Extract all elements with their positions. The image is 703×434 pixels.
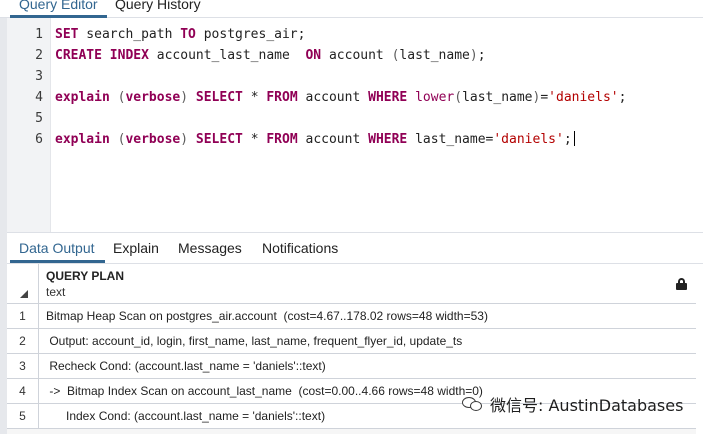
table-row[interactable]: 1 Bitmap Heap Scan on postgres_air.accou… <box>7 304 696 329</box>
left-panel-edge <box>0 18 7 434</box>
line-number: 2 <box>35 48 43 63</box>
wechat-icon <box>462 395 484 413</box>
select-all-icon <box>20 290 28 298</box>
code-token: TO <box>180 27 196 42</box>
code-token: FROM <box>266 132 298 147</box>
code-token: lower <box>415 90 455 105</box>
row-number[interactable]: 3 <box>7 354 39 379</box>
code-token: verbose <box>125 90 181 105</box>
code-token: account <box>321 48 392 63</box>
code-token: 'daniels' <box>493 132 564 147</box>
line-number: 6 <box>35 132 43 147</box>
code-token: last_name= <box>407 132 494 147</box>
code-line[interactable]: explain (verbose) SELECT * FROM account … <box>55 89 626 107</box>
lock-icon <box>676 278 687 290</box>
code-token: INDEX <box>109 48 149 63</box>
active-tab-indicator <box>10 260 105 263</box>
tab-notifications[interactable]: Notifications <box>262 240 338 256</box>
code-token: * <box>242 90 267 105</box>
code-token: account_last_name <box>148 48 306 63</box>
row-number[interactable]: 2 <box>7 329 39 354</box>
code-token: account <box>297 90 369 105</box>
code-token: last_name <box>399 48 470 63</box>
tab-messages[interactable]: Messages <box>178 240 242 256</box>
grid-header: QUERY PLAN text <box>7 264 696 304</box>
code-token: FROM <box>266 90 298 105</box>
code-token: ; <box>477 48 486 63</box>
code-token: ) <box>180 132 189 147</box>
code-token: WHERE <box>368 132 408 147</box>
line-number-gutter: 1 2 3 4 5 6 <box>7 18 51 232</box>
tab-explain[interactable]: Explain <box>113 240 159 256</box>
text-cursor <box>573 131 575 146</box>
code-token: explain <box>55 132 110 147</box>
line-number: 1 <box>35 27 43 42</box>
query-plan-cell[interactable]: Output: account_id, login, first_name, l… <box>46 329 462 354</box>
code-line[interactable]: SET search_path TO postgres_air; <box>55 26 305 44</box>
line-number: 5 <box>35 111 43 126</box>
watermark: 微信号: AustinDatabases <box>462 392 683 416</box>
code-token: search_path <box>78 27 181 42</box>
code-token: last_name <box>462 90 533 105</box>
code-token: WHERE <box>368 90 408 105</box>
tab-data-output[interactable]: Data Output <box>19 240 95 256</box>
table-row[interactable]: 2 Output: account_id, login, first_name,… <box>7 329 696 354</box>
select-all-corner[interactable] <box>7 264 39 304</box>
code-token: ) <box>469 48 478 63</box>
code-token: ; <box>563 132 572 147</box>
code-token: = <box>540 90 549 105</box>
code-token: verbose <box>125 132 181 147</box>
column-type: text <box>46 285 66 299</box>
line-number: 4 <box>35 90 43 105</box>
query-plan-cell[interactable]: -> Bitmap Index Scan on account_last_nam… <box>46 379 483 404</box>
row-number[interactable]: 5 <box>7 404 39 429</box>
query-plan-cell[interactable]: Bitmap Heap Scan on postgres_air.account… <box>46 304 488 329</box>
sql-editor[interactable]: 1 2 3 4 5 6 SET search_path TO postgres_… <box>7 18 703 232</box>
row-number[interactable]: 4 <box>7 379 39 404</box>
code-token: SELECT <box>195 90 243 105</box>
code-line[interactable]: CREATE INDEX account_last_name ON accoun… <box>55 47 486 65</box>
query-plan-cell[interactable]: Index Cond: (account.last_name = 'daniel… <box>46 404 325 429</box>
code-token: account <box>297 132 369 147</box>
grid-footer <box>7 429 696 434</box>
code-token: ; <box>618 90 627 105</box>
column-name[interactable]: QUERY PLAN <box>46 269 124 283</box>
tab-query-history[interactable]: Query History <box>115 0 201 17</box>
code-token: * <box>242 132 267 147</box>
code-token: explain <box>55 90 110 105</box>
row-number[interactable]: 1 <box>7 304 39 329</box>
output-tab-bar: Data Output Explain Messages Notificatio… <box>7 232 703 264</box>
code-token: 'daniels' <box>548 90 619 105</box>
line-number: 3 <box>35 69 43 84</box>
query-plan-cell[interactable]: Recheck Cond: (account.last_name = 'dani… <box>46 354 325 379</box>
code-token: CREATE <box>55 48 102 63</box>
code-token: SET <box>55 27 79 42</box>
code-token: ) <box>180 90 189 105</box>
code-token: postgres_air; <box>195 27 306 42</box>
code-token: SELECT <box>195 132 243 147</box>
table-row[interactable]: 3 Recheck Cond: (account.last_name = 'da… <box>7 354 696 379</box>
code-token: ON <box>305 48 322 63</box>
code-token: ( <box>454 90 463 105</box>
watermark-text: 微信号: AustinDatabases <box>490 396 684 415</box>
editor-tab-bar: Query Editor Query History <box>0 0 703 18</box>
code-line[interactable]: explain (verbose) SELECT * FROM account … <box>55 131 575 149</box>
